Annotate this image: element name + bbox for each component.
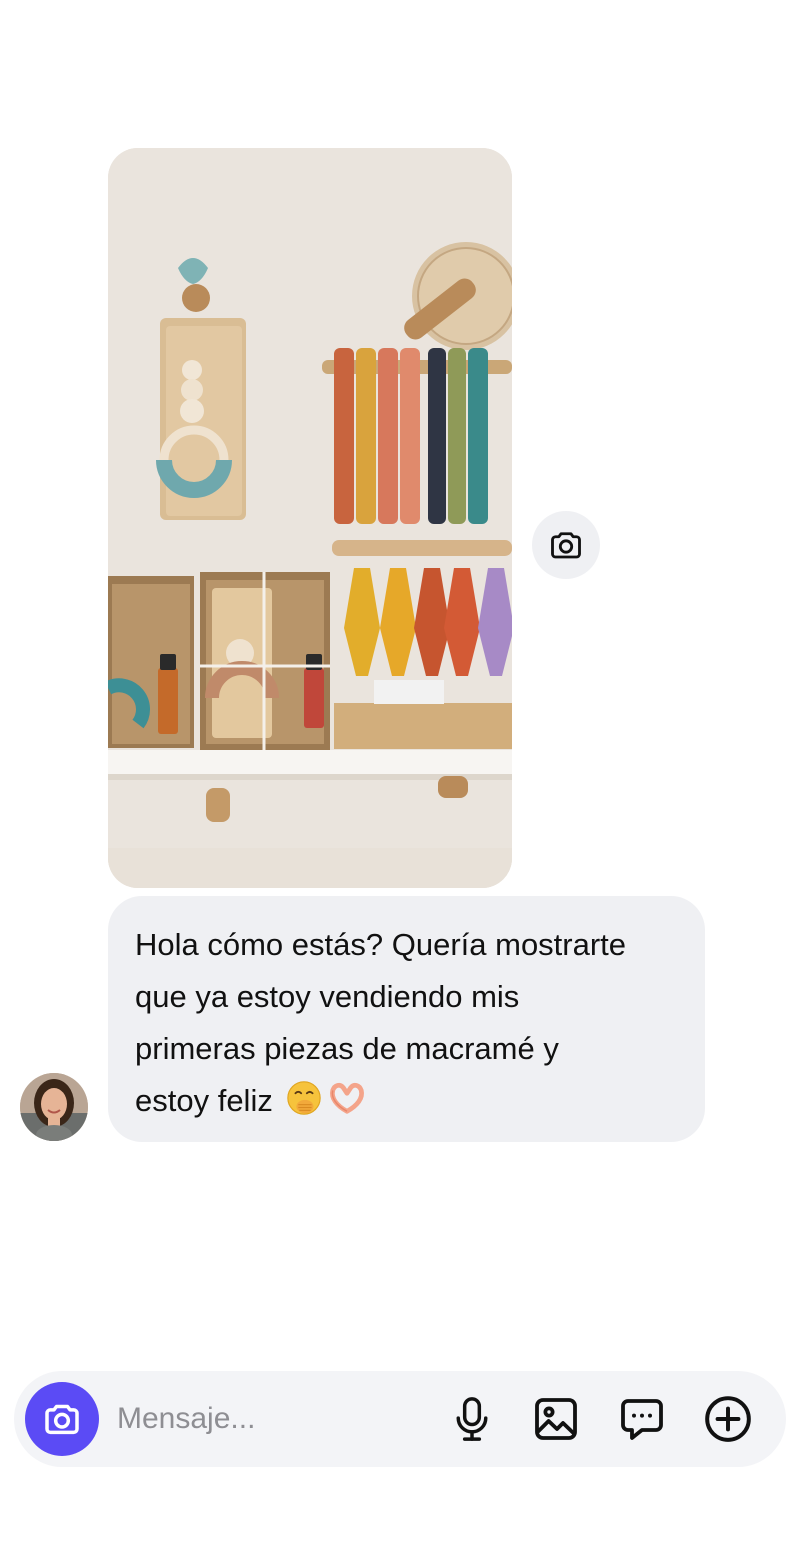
message-composer xyxy=(14,1371,786,1467)
sticker-chat-icon xyxy=(621,1399,663,1440)
photo-reply-camera-button[interactable] xyxy=(532,511,600,579)
face-with-hand-over-mouth-icon xyxy=(285,1079,323,1133)
message-line-text: estoy feliz xyxy=(135,1083,273,1118)
message-input[interactable] xyxy=(117,1395,417,1443)
message-line: primeras piezas de macramé y xyxy=(135,1031,559,1066)
macrame-photo xyxy=(108,148,512,888)
avatar[interactable] xyxy=(20,1073,88,1141)
camera-icon xyxy=(45,1404,79,1435)
text-message-bubble[interactable]: Hola cómo estás? Quería mostrarte que ya… xyxy=(108,896,705,1142)
camera-icon xyxy=(551,532,581,559)
message-line: que ya estoy vendiendo mis xyxy=(135,979,520,1014)
sticker-chat-button[interactable] xyxy=(614,1391,670,1447)
more-options-button[interactable] xyxy=(700,1391,756,1447)
gallery-icon xyxy=(535,1398,577,1440)
composer-camera-button[interactable] xyxy=(25,1382,99,1456)
message-line-last: estoy feliz xyxy=(135,1075,681,1133)
plus-circle-icon xyxy=(705,1396,751,1442)
heart-hands-icon xyxy=(327,1079,367,1133)
gallery-button[interactable] xyxy=(528,1391,584,1447)
photo-message[interactable] xyxy=(108,148,512,888)
avatar-photo xyxy=(20,1073,88,1141)
microphone-button[interactable] xyxy=(444,1391,500,1447)
message-line: Hola cómo estás? Quería mostrarte xyxy=(135,927,627,962)
microphone-icon xyxy=(456,1397,488,1441)
